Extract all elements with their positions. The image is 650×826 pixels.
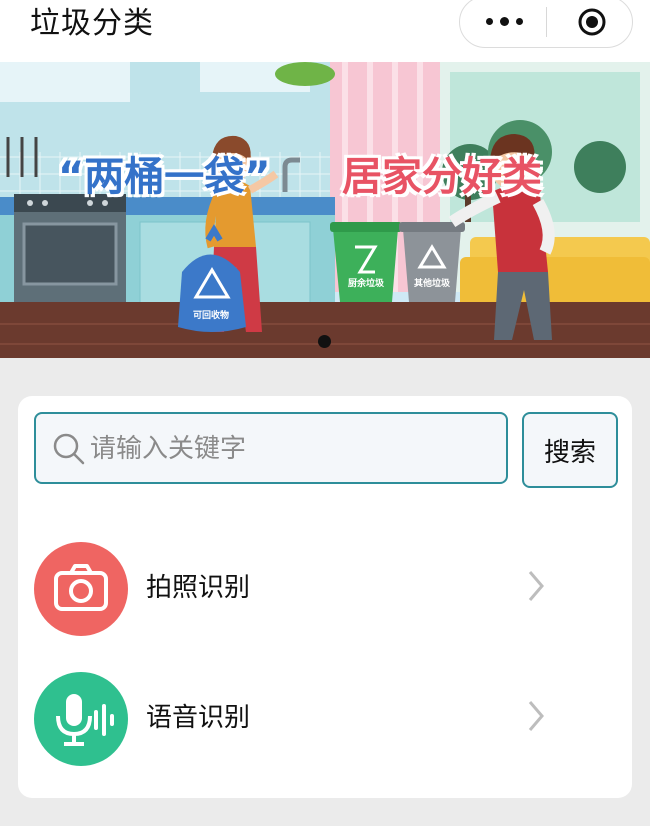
recyclable-bag-label: 可回收物 bbox=[192, 311, 229, 321]
title-bar: 垃圾分类 bbox=[0, 0, 650, 62]
page-title: 垃圾分类 bbox=[30, 6, 154, 41]
chevron-right-icon bbox=[528, 701, 544, 731]
capsule-divider bbox=[546, 7, 547, 37]
kitchen-waste-bin-label: 厨余垃圾 bbox=[347, 279, 384, 289]
photo-recognition-item[interactable]: 拍照识别 bbox=[18, 538, 632, 636]
banner-headline-right: 居家分好类 bbox=[342, 154, 542, 200]
voice-recognition-item[interactable]: 语音识别 bbox=[18, 668, 632, 766]
other-waste-bin-label: 其他垃圾 bbox=[413, 279, 450, 289]
mini-program-capsule bbox=[459, 0, 633, 48]
banner-headline: “两桶一袋” 居家分好类 bbox=[58, 144, 598, 204]
photo-recognition-label: 拍照识别 bbox=[146, 573, 251, 603]
search-input[interactable] bbox=[88, 414, 492, 484]
main-card: 搜索 拍照识别 语音识别 bbox=[18, 396, 632, 798]
voice-recognition-label: 语音识别 bbox=[146, 703, 251, 733]
search-field[interactable] bbox=[34, 412, 508, 484]
carousel-indicator-dot[interactable] bbox=[318, 335, 331, 348]
camera-icon bbox=[34, 542, 128, 636]
banner-headline-left: “两桶一袋” bbox=[58, 154, 271, 200]
chevron-right-icon bbox=[528, 571, 544, 601]
search-icon bbox=[53, 433, 85, 465]
microphone-icon bbox=[34, 672, 128, 766]
banner-illustration bbox=[0, 62, 650, 358]
more-dots-icon[interactable] bbox=[486, 11, 526, 31]
promo-banner[interactable]: “两桶一袋” 居家分好类 可回收物 厨余垃圾 其他垃圾 bbox=[0, 62, 650, 358]
search-button[interactable]: 搜索 bbox=[522, 412, 618, 488]
target-circle-icon[interactable] bbox=[577, 7, 607, 37]
